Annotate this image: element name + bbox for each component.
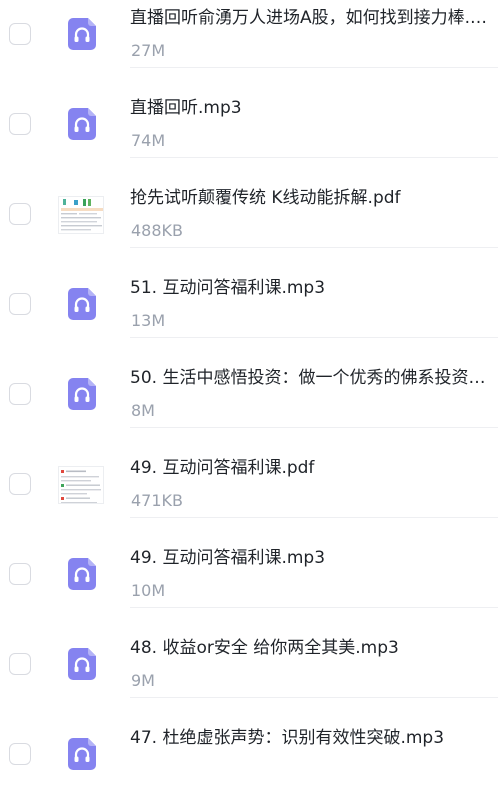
headphones-icon [68,738,96,770]
file-name: 50. 生活中感悟投资：做一个优秀的佛系投资者.mp3 [130,368,490,388]
file-size: 9M [131,671,155,690]
file-size: 10M [131,581,166,600]
file-row[interactable]: 49. 互动问答福利课.pdf 471KB [0,428,498,518]
headphones-icon [68,558,96,590]
file-size: 8M [131,401,155,420]
pdf-preview-thumbnail [58,466,104,504]
file-row[interactable]: 50. 生活中感悟投资：做一个优秀的佛系投资者.mp3 8M [0,338,498,428]
file-name: 51. 互动问答福利课.mp3 [130,278,326,298]
pdf-preview-thumbnail [58,196,104,234]
file-row[interactable]: 直播回听.mp3 74M [0,68,498,158]
file-list: 直播回听俞湧万人进场A股，如何找到接力棒.mp3 27M 直播回听.mp3 74… [0,0,498,788]
headphones-icon [68,288,96,320]
headphones-icon [68,648,96,680]
file-size: 471KB [131,491,184,510]
file-row[interactable]: 47. 杜绝虚张声势：识别有效性突破.mp3 [0,698,498,788]
select-checkbox[interactable] [9,23,31,45]
file-size: 13M [131,311,166,330]
select-checkbox[interactable] [9,293,31,315]
file-row[interactable]: 51. 互动问答福利课.mp3 13M [0,248,498,338]
file-size: 27M [131,41,166,60]
select-checkbox[interactable] [9,473,31,495]
select-checkbox[interactable] [9,383,31,405]
file-row[interactable]: 抢先试听颠覆传统 K线动能拆解.pdf 488KB [0,158,498,248]
file-row[interactable]: 直播回听俞湧万人进场A股，如何找到接力棒.mp3 27M [0,0,498,68]
headphones-icon [68,378,96,410]
select-checkbox[interactable] [9,203,31,225]
file-name: 48. 收益or安全 给你两全其美.mp3 [130,638,399,658]
headphones-icon [68,108,96,140]
headphones-icon [68,18,96,50]
file-name: 47. 杜绝虚张声势：识别有效性突破.mp3 [130,728,445,748]
select-checkbox[interactable] [9,743,31,765]
select-checkbox[interactable] [9,113,31,135]
file-name: 49. 互动问答福利课.pdf [130,458,315,478]
file-size: 74M [131,131,166,150]
file-row[interactable]: 49. 互动问答福利课.mp3 10M [0,518,498,608]
file-name: 直播回听俞湧万人进场A股，如何找到接力棒.mp3 [130,8,490,28]
file-name: 49. 互动问答福利课.mp3 [130,548,326,568]
file-size: 488KB [131,221,184,240]
file-name: 抢先试听颠覆传统 K线动能拆解.pdf [130,188,401,208]
select-checkbox[interactable] [9,563,31,585]
file-row[interactable]: 48. 收益or安全 给你两全其美.mp3 9M [0,608,498,698]
select-checkbox[interactable] [9,653,31,675]
file-name: 直播回听.mp3 [130,98,242,118]
